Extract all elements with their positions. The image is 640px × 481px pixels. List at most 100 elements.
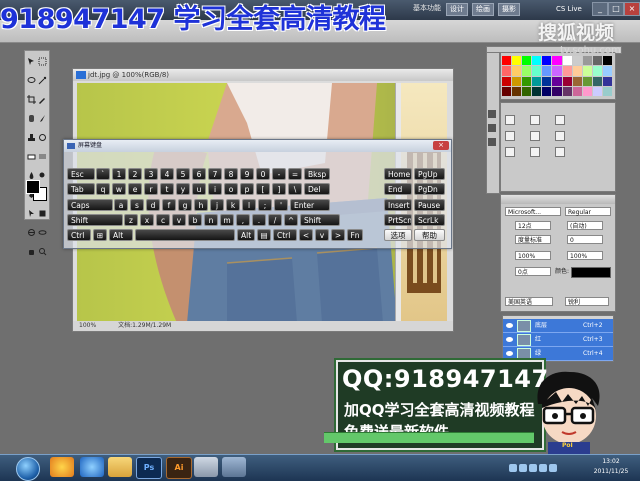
workspace-design-button[interactable]: 设计 (446, 3, 468, 16)
swatch-cell[interactable] (562, 76, 572, 86)
swatch-cell[interactable] (522, 76, 532, 86)
input-method-icon[interactable] (529, 464, 537, 472)
key-sym[interactable]: ` (96, 168, 110, 180)
adjust-checkbox-5[interactable] (530, 130, 541, 141)
key-sym[interactable]: . (252, 214, 266, 226)
key-q[interactable]: q (96, 183, 110, 195)
key-sym[interactable]: < (299, 229, 313, 241)
key-alt[interactable]: Alt (237, 229, 255, 241)
swatch-cell[interactable] (512, 56, 522, 66)
swatch-cell[interactable] (602, 66, 612, 76)
language-select[interactable]: 美国英语 (505, 297, 553, 306)
taskbar-app-icon-2[interactable] (194, 457, 218, 477)
key-v[interactable]: v (315, 229, 329, 241)
swatch-cell[interactable] (542, 76, 552, 86)
swatch-cell[interactable] (572, 86, 582, 96)
tracking-field[interactable]: 0 (567, 235, 603, 244)
history-brush-icon[interactable] (38, 133, 47, 142)
key-caps[interactable]: Caps (67, 199, 113, 211)
adjust-checkbox-1[interactable] (505, 114, 515, 125)
ie-icon[interactable] (80, 457, 104, 477)
swatch-cell[interactable] (592, 86, 602, 96)
key-prtscn[interactable]: PrtScn (384, 214, 412, 226)
crop-tool-icon[interactable] (27, 95, 36, 104)
key-w[interactable]: w (112, 183, 126, 195)
illustrator-taskbar-button[interactable]: Ai (166, 457, 192, 479)
adjustments-icon[interactable] (488, 110, 496, 118)
key-p[interactable]: p (240, 183, 254, 195)
swatch-cell[interactable] (522, 56, 532, 66)
adjust-checkbox-7[interactable] (505, 146, 515, 157)
key-6[interactable]: 6 (192, 168, 206, 180)
swatch-cell[interactable] (562, 86, 572, 96)
3d-rotate-icon[interactable] (27, 228, 36, 237)
key-sym[interactable]: ] (272, 183, 286, 195)
key-sym[interactable]: ⊞ (93, 229, 107, 241)
key-l[interactable]: l (242, 199, 256, 211)
swatch-cell[interactable] (572, 56, 582, 66)
stamp-tool-icon[interactable] (27, 133, 36, 142)
character-panel-tab[interactable] (501, 195, 615, 204)
key-shift[interactable]: Shift (67, 214, 123, 226)
taskbar-clock[interactable]: 13:02 2011/11/25 (586, 457, 636, 477)
taskbar-app-icon-1[interactable] (50, 457, 74, 477)
key-7[interactable]: 7 (208, 168, 222, 180)
key-y[interactable]: y (176, 183, 190, 195)
dodge-tool-icon[interactable] (38, 171, 47, 180)
swatch-cell[interactable] (552, 86, 562, 96)
key-r[interactable]: r (144, 183, 158, 195)
network-icon[interactable] (509, 464, 517, 472)
document-tab[interactable]: jdt.jpg @ 100%(RGB/8) (73, 69, 453, 81)
swatch-cell[interactable] (562, 56, 572, 66)
font-family-select[interactable]: Microsoft... (505, 207, 561, 216)
flag-icon[interactable] (539, 464, 547, 472)
explorer-icon[interactable] (108, 457, 132, 477)
key-ctrl[interactable]: Ctrl (273, 229, 297, 241)
swatch-cell[interactable] (542, 56, 552, 66)
key-u[interactable]: u (192, 183, 206, 195)
text-color-swatch[interactable] (571, 267, 611, 278)
key-fn[interactable]: Fn (347, 229, 363, 241)
color-swatches[interactable] (26, 180, 47, 202)
swatch-cell[interactable] (542, 66, 552, 76)
key-g[interactable]: g (178, 199, 192, 211)
healing-brush-icon[interactable] (27, 114, 36, 123)
key-shift[interactable]: Shift (300, 214, 340, 226)
kerning-field[interactable]: 度量标准 (515, 235, 551, 244)
zoom-level[interactable]: 100% (79, 322, 96, 329)
workspace-photo-button[interactable]: 摄影 (498, 3, 520, 16)
key-sym[interactable]: , (236, 214, 250, 226)
swatch-cell[interactable] (532, 86, 542, 96)
adjust-checkbox-4[interactable] (505, 130, 515, 141)
key-home[interactable]: Home (384, 168, 412, 180)
path-select-icon[interactable] (27, 209, 36, 218)
key-sym[interactable]: - (272, 168, 286, 180)
key-4[interactable]: 4 (160, 168, 174, 180)
magic-wand-icon[interactable] (38, 76, 47, 85)
baseline-shift-field[interactable]: 0点 (515, 267, 551, 276)
key-5[interactable]: 5 (176, 168, 190, 180)
swatch-cell[interactable] (602, 86, 612, 96)
key-v[interactable]: v (172, 214, 186, 226)
swatch-cell[interactable] (582, 66, 592, 76)
hand-tool-icon[interactable] (27, 247, 36, 256)
adjust-checkbox-8[interactable] (530, 146, 541, 157)
key-sym[interactable]: > (331, 229, 345, 241)
key-8[interactable]: 8 (224, 168, 238, 180)
key-space[interactable] (135, 229, 235, 241)
key-esc[interactable]: Esc (67, 168, 95, 180)
key-enter[interactable]: Enter (290, 199, 330, 211)
key-2[interactable]: 2 (128, 168, 142, 180)
swatch-cell[interactable] (512, 76, 522, 86)
key-b[interactable]: b (188, 214, 202, 226)
font-size-field[interactable]: 12点 (515, 221, 551, 230)
key-pgup[interactable]: PgUp (414, 168, 445, 180)
key-m[interactable]: m (220, 214, 234, 226)
eyedropper-icon[interactable] (38, 95, 47, 104)
swatch-cell[interactable] (532, 76, 542, 86)
key-sym[interactable]: ' (274, 199, 288, 211)
key-s[interactable]: s (130, 199, 144, 211)
key-insert[interactable]: Insert (384, 199, 412, 211)
styles-icon[interactable] (488, 138, 496, 146)
key-scrlk[interactable]: ScrLk (414, 214, 445, 226)
